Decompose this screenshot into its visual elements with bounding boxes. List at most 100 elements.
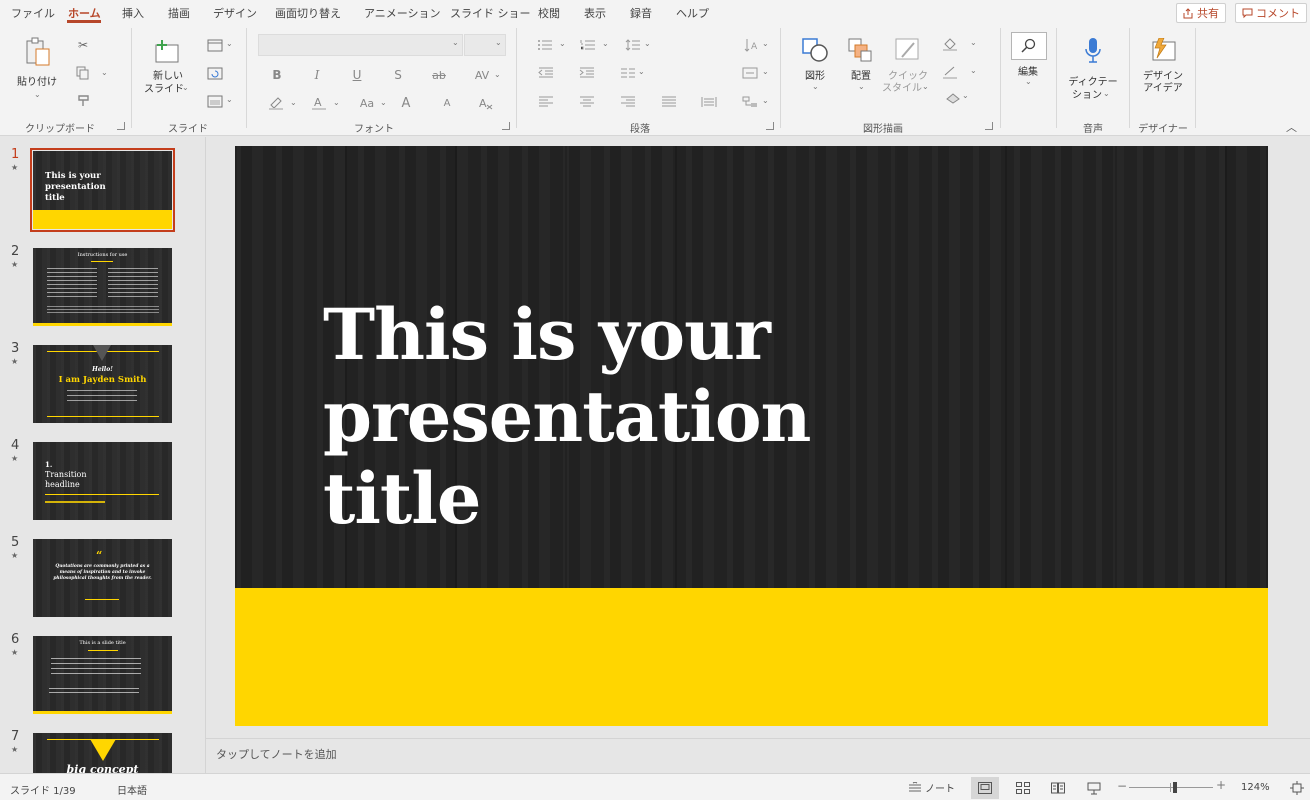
font-color-icon[interactable]: A <box>309 94 329 112</box>
design-ideas-icon[interactable] <box>1148 36 1178 64</box>
reading-view-button[interactable] <box>1044 777 1072 799</box>
shadow-button[interactable]: S <box>389 66 407 84</box>
share-button[interactable]: 共有 <box>1176 3 1226 23</box>
font-name-combo[interactable] <box>258 34 463 56</box>
reset-slide-icon[interactable] <box>205 65 225 81</box>
tab-record[interactable]: 録音 <box>630 5 652 21</box>
layout-icon[interactable] <box>205 37 225 53</box>
shape-effects-icon[interactable] <box>943 90 963 106</box>
tab-insert[interactable]: 挿入 <box>122 5 144 21</box>
bold-button[interactable]: B <box>268 66 286 84</box>
font-color-dropdown-icon[interactable]: ⌄ <box>333 98 340 107</box>
change-case-button[interactable]: Aa <box>354 94 380 112</box>
tab-slideshow[interactable]: スライド ショー <box>450 5 531 21</box>
quick-styles-dropdown-icon[interactable]: ⌄ <box>922 82 929 91</box>
slide-thumbnail-1[interactable]: This is your presentation title <box>30 148 175 232</box>
microphone-icon[interactable] <box>1081 36 1105 66</box>
decrease-font-size-button[interactable]: A <box>438 94 456 112</box>
justify-icon[interactable] <box>660 94 678 110</box>
layout-dropdown-icon[interactable]: ⌄ <box>226 39 233 48</box>
slide-thumbnail-panel[interactable]: 1 ★ This is your presentation title 2 ★ … <box>0 137 206 773</box>
line-spacing-icon[interactable] <box>624 37 642 53</box>
align-text-dropdown-icon[interactable]: ⌄ <box>762 67 769 76</box>
align-text-icon[interactable] <box>740 65 760 81</box>
zoom-slider-thumb[interactable] <box>1173 782 1177 793</box>
quick-styles-icon[interactable] <box>893 36 923 64</box>
slide-thumbnail-2[interactable]: Instructions for use <box>33 248 172 326</box>
strikethrough-button[interactable]: ab <box>428 66 450 84</box>
paste-icon[interactable] <box>22 36 54 68</box>
shapes-icon[interactable] <box>800 36 830 64</box>
tab-help[interactable]: ヘルプ <box>676 5 709 21</box>
tab-draw[interactable]: 描画 <box>168 5 190 21</box>
columns-dropdown-icon[interactable]: ⌄ <box>638 67 645 76</box>
bullets-icon[interactable] <box>536 37 554 53</box>
copy-icon[interactable] <box>74 64 92 82</box>
cut-icon[interactable]: ✂ <box>74 36 92 54</box>
notes-pane[interactable]: タップしてノートを追加 <box>206 738 1310 773</box>
numbering-icon[interactable] <box>579 37 597 53</box>
align-left-icon[interactable] <box>537 94 555 110</box>
language-indicator[interactable]: 日本語 <box>117 782 147 797</box>
slide-thumbnail-3[interactable]: Hello! I am Jayden Smith <box>33 345 172 423</box>
zoom-in-icon[interactable]: + <box>1216 778 1226 792</box>
shape-effects-dropdown-icon[interactable]: ⌄ <box>962 91 969 100</box>
increase-indent-icon[interactable] <box>578 65 596 81</box>
clipboard-launcher-icon[interactable] <box>117 122 125 130</box>
slide-thumbnail-5[interactable]: “ Quotations are commonly printed as a m… <box>33 539 172 617</box>
font-launcher-icon[interactable] <box>502 122 510 130</box>
slide-title[interactable]: This is your presentation title <box>323 294 843 540</box>
underline-button[interactable]: U <box>348 66 366 84</box>
shape-outline-icon[interactable] <box>940 64 960 80</box>
paste-dropdown-icon[interactable]: ⌄ <box>34 90 41 99</box>
italic-button[interactable]: I <box>308 66 326 84</box>
highlight-color-icon[interactable] <box>266 94 286 112</box>
tab-file[interactable]: ファイル <box>11 5 55 21</box>
new-slide-icon[interactable] <box>152 36 182 66</box>
decrease-indent-icon[interactable] <box>537 65 555 81</box>
shape-fill-icon[interactable] <box>940 36 960 52</box>
paragraph-launcher-icon[interactable] <box>766 122 774 130</box>
search-edit-button[interactable] <box>1011 32 1047 60</box>
copy-dropdown-icon[interactable]: ⌄ <box>101 68 108 77</box>
section-dropdown-icon[interactable]: ⌄ <box>226 95 233 104</box>
text-direction-dropdown-icon[interactable]: ⌄ <box>762 39 769 48</box>
columns-icon[interactable] <box>619 65 637 81</box>
tab-animations[interactable]: アニメーション <box>364 5 441 21</box>
arrange-icon[interactable] <box>846 36 876 64</box>
font-size-dropdown-icon[interactable]: ⌄ <box>495 38 502 47</box>
comment-button[interactable]: コメント <box>1235 3 1307 23</box>
slide-thumbnail-4[interactable]: 1. Transition headline <box>33 442 172 520</box>
edit-dropdown-icon[interactable]: ⌄ <box>1025 77 1032 86</box>
slide-sorter-button[interactable] <box>1009 777 1037 799</box>
bullets-dropdown-icon[interactable]: ⌄ <box>559 39 566 48</box>
fit-to-window-button[interactable] <box>1290 780 1304 799</box>
distributed-align-icon[interactable] <box>700 94 718 110</box>
character-spacing-button[interactable]: AV <box>470 66 494 84</box>
new-slide-dropdown-icon[interactable]: ⌄ <box>182 83 189 92</box>
change-case-dropdown-icon[interactable]: ⌄ <box>380 98 387 107</box>
tab-transitions[interactable]: 画面切り替え <box>275 5 341 21</box>
format-painter-icon[interactable] <box>74 92 92 110</box>
notes-toggle-button[interactable]: ノート <box>908 780 955 795</box>
dictate-dropdown-icon[interactable]: ⌄ <box>1103 89 1110 98</box>
shapes-dropdown-icon[interactable]: ⌄ <box>812 82 819 91</box>
line-spacing-dropdown-icon[interactable]: ⌄ <box>644 39 651 48</box>
tab-review[interactable]: 校閲 <box>538 5 560 21</box>
character-spacing-dropdown-icon[interactable]: ⌄ <box>494 70 501 79</box>
slide-thumbnail-7[interactable]: big concept <box>33 733 172 773</box>
smartart-dropdown-icon[interactable]: ⌄ <box>762 96 769 105</box>
shape-outline-dropdown-icon[interactable]: ⌄ <box>970 66 977 75</box>
normal-view-button[interactable] <box>971 777 999 799</box>
align-right-icon[interactable] <box>619 94 637 110</box>
smartart-icon[interactable] <box>740 94 760 110</box>
section-icon[interactable] <box>205 93 225 109</box>
text-direction-icon[interactable]: A <box>742 37 760 53</box>
collapse-ribbon-icon[interactable]: ︿ <box>1286 119 1297 135</box>
tab-view[interactable]: 表示 <box>584 5 606 21</box>
zoom-level[interactable]: 124% <box>1241 782 1270 793</box>
highlight-dropdown-icon[interactable]: ⌄ <box>290 98 297 107</box>
drawing-launcher-icon[interactable] <box>985 122 993 130</box>
numbering-dropdown-icon[interactable]: ⌄ <box>602 39 609 48</box>
shape-fill-dropdown-icon[interactable]: ⌄ <box>970 38 977 47</box>
